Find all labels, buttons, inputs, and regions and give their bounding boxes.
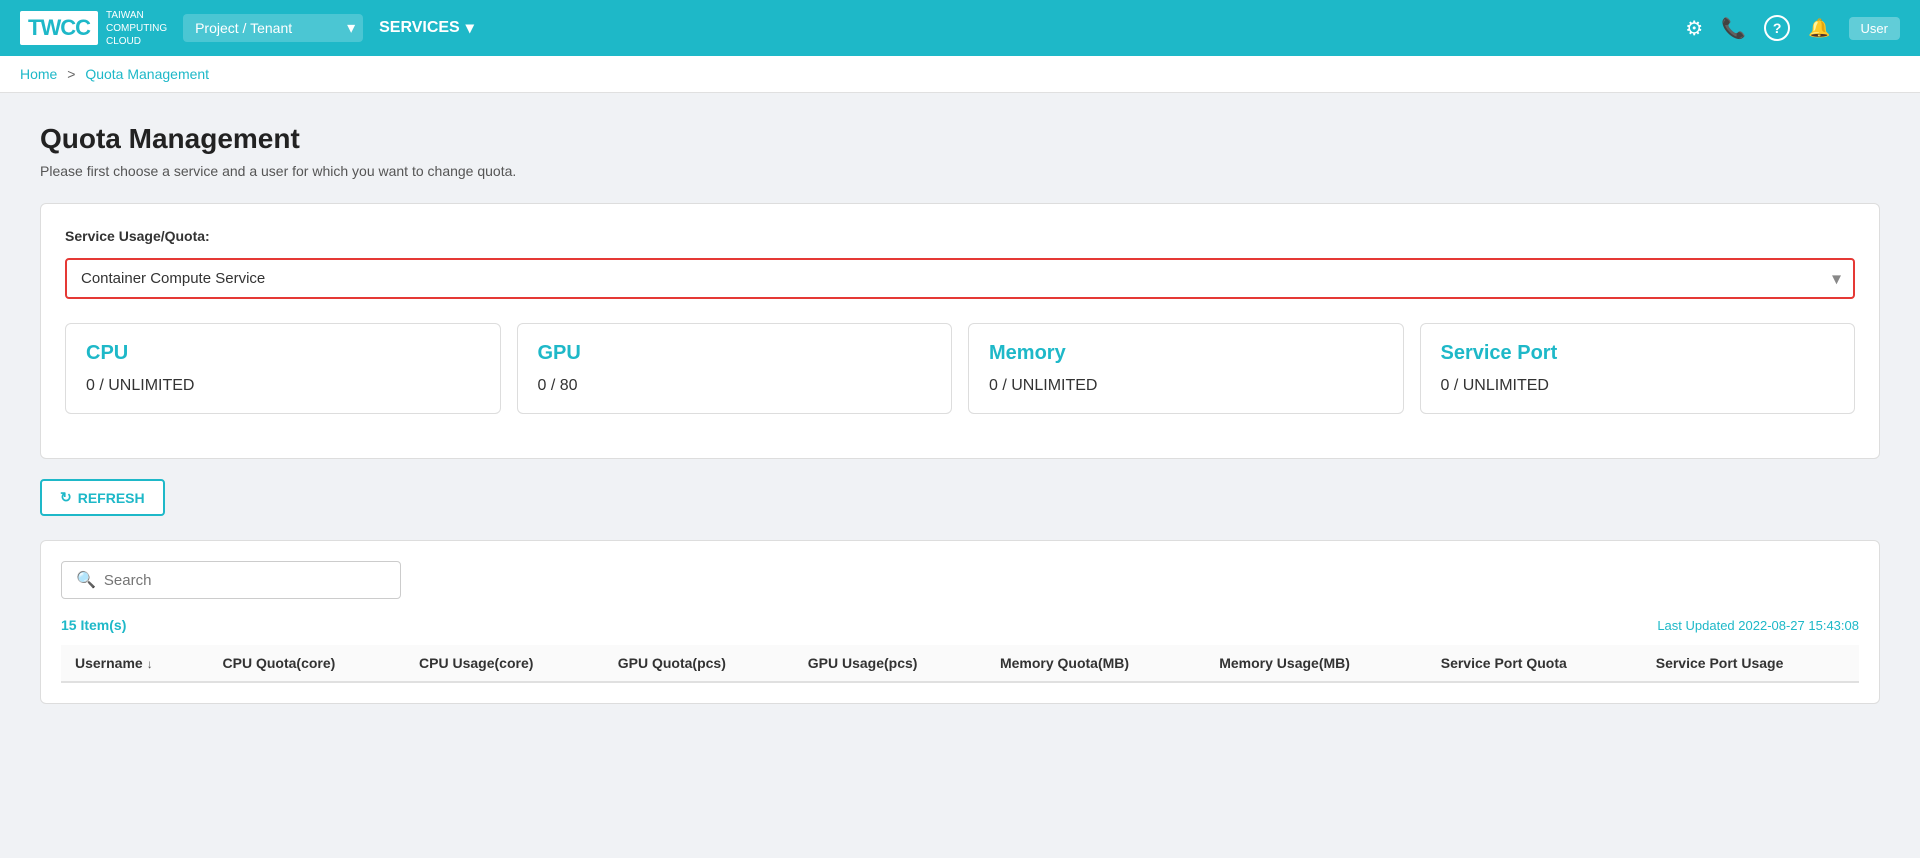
metric-title: Memory xyxy=(989,342,1383,365)
main-content: Quota Management Please first choose a s… xyxy=(0,93,1920,734)
sort-arrow-icon: ↓ xyxy=(147,657,153,671)
metric-card-cpu: CPU 0 / UNLIMITED xyxy=(65,323,501,414)
metric-value: 0 / UNLIMITED xyxy=(989,377,1383,395)
settings-icon[interactable]: ⚙ xyxy=(1685,16,1703,41)
header: TWCC TAIWANCOMPUTINGCLOUD Project / Tena… xyxy=(0,0,1920,56)
service-usage-label: Service Usage/Quota: xyxy=(65,228,1855,244)
logo-box: TWCC xyxy=(20,11,98,45)
col-memory-quota-mb-: Memory Quota(MB) xyxy=(986,645,1205,682)
col-gpu-quota-pcs-: GPU Quota(pcs) xyxy=(604,645,794,682)
services-button[interactable]: SERVICES ▾ xyxy=(379,18,474,38)
logo-area: TWCC TAIWANCOMPUTINGCLOUD xyxy=(20,9,167,48)
table-head: Username↓CPU Quota(core)CPU Usage(core)G… xyxy=(61,645,1859,682)
logo-text: TAIWANCOMPUTINGCLOUD xyxy=(106,9,167,48)
service-select[interactable]: Container Compute Service xyxy=(65,258,1855,299)
refresh-label: REFRESH xyxy=(78,490,145,506)
header-icons: ⚙ 📞 ? 🔔 User xyxy=(1685,15,1900,41)
help-icon[interactable]: ? xyxy=(1764,15,1790,41)
service-select-wrap[interactable]: Container Compute Service xyxy=(65,258,1855,299)
page-title: Quota Management xyxy=(40,123,1880,155)
search-wrap[interactable]: 🔍 xyxy=(61,561,401,599)
services-label: SERVICES xyxy=(379,19,460,37)
col-service-port-usage: Service Port Usage xyxy=(1642,645,1859,682)
col-cpu-quota-core-: CPU Quota(core) xyxy=(209,645,406,682)
col-gpu-usage-pcs-: GPU Usage(pcs) xyxy=(794,645,986,682)
quota-card: Service Usage/Quota: Container Compute S… xyxy=(40,203,1880,459)
metric-title: CPU xyxy=(86,342,480,365)
col-cpu-usage-core-: CPU Usage(core) xyxy=(405,645,604,682)
last-updated: Last Updated 2022-08-27 15:43:08 xyxy=(1657,618,1859,633)
refresh-button[interactable]: ↻ REFRESH xyxy=(40,479,165,516)
metric-title: Service Port xyxy=(1441,342,1835,365)
refresh-icon: ↻ xyxy=(60,489,72,506)
breadcrumb-current[interactable]: Quota Management xyxy=(85,66,209,82)
breadcrumb-separator: > xyxy=(67,66,75,82)
metric-card-memory: Memory 0 / UNLIMITED xyxy=(968,323,1404,414)
metric-value: 0 / 80 xyxy=(538,377,932,395)
page-subtitle: Please first choose a service and a user… xyxy=(40,163,1880,179)
col-service-port-quota: Service Port Quota xyxy=(1427,645,1642,682)
services-chevron-icon: ▾ xyxy=(466,18,474,38)
metrics-grid: CPU 0 / UNLIMITED GPU 0 / 80 Memory 0 / … xyxy=(65,323,1855,414)
metric-card-gpu: GPU 0 / 80 xyxy=(517,323,953,414)
col-memory-usage-mb-: Memory Usage(MB) xyxy=(1205,645,1427,682)
items-count: 15 Item(s) xyxy=(61,617,126,633)
metric-value: 0 / UNLIMITED xyxy=(86,377,480,395)
user-avatar[interactable]: User xyxy=(1849,17,1900,40)
tenant-dropdown[interactable]: Project / Tenant xyxy=(183,14,363,42)
table-meta: 15 Item(s) Last Updated 2022-08-27 15:43… xyxy=(61,617,1859,633)
metric-value: 0 / UNLIMITED xyxy=(1441,377,1835,395)
search-input[interactable] xyxy=(104,572,386,589)
data-table: Username↓CPU Quota(core)CPU Usage(core)G… xyxy=(61,645,1859,683)
metric-card-service-port: Service Port 0 / UNLIMITED xyxy=(1420,323,1856,414)
breadcrumb-home[interactable]: Home xyxy=(20,66,57,82)
tenant-dropdown-wrap[interactable]: Project / Tenant xyxy=(183,14,363,42)
table-section: 🔍 15 Item(s) Last Updated 2022-08-27 15:… xyxy=(40,540,1880,704)
notification-icon[interactable]: 🔔 xyxy=(1808,18,1830,39)
search-icon: 🔍 xyxy=(76,570,96,590)
col-username[interactable]: Username↓ xyxy=(61,645,209,682)
breadcrumb: Home > Quota Management xyxy=(0,56,1920,93)
phone-icon[interactable]: 📞 xyxy=(1721,16,1746,41)
metric-title: GPU xyxy=(538,342,932,365)
